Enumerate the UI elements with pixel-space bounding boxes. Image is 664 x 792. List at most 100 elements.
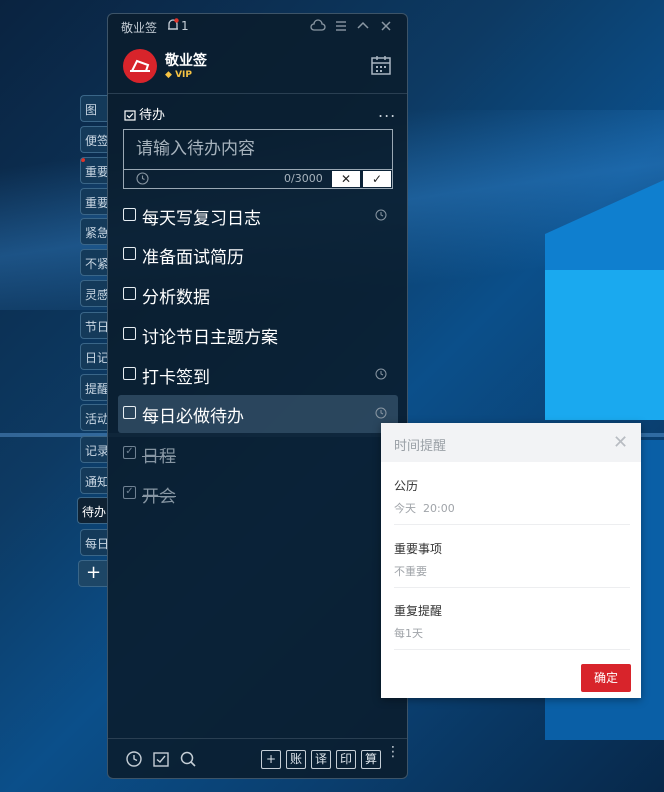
todo-checkbox[interactable] <box>123 367 136 380</box>
user-name: 敬业签 <box>165 53 207 69</box>
todo-text: 打卡签到 <box>142 368 210 388</box>
side-tab-label: 不紧 <box>85 257 108 271</box>
side-tab[interactable]: 便签 <box>80 126 108 153</box>
title-bar: 敬业签 1 <box>108 14 407 40</box>
wallpaper-pane <box>545 180 664 270</box>
row-label: 重要事项 <box>394 542 443 556</box>
todo-text: 分析数据 <box>142 288 210 308</box>
cloud-sync-icon[interactable] <box>310 18 326 34</box>
todo-check-icon[interactable] <box>152 750 170 768</box>
side-tab-label: 紧急 <box>85 226 108 240</box>
side-tab[interactable]: 每日 <box>80 529 108 556</box>
avatar[interactable] <box>123 49 157 83</box>
side-tab[interactable]: 提醒 <box>80 374 108 401</box>
repeat-row[interactable]: 重复提醒 每1天 <box>394 588 630 650</box>
side-tab[interactable]: 不紧 <box>80 249 108 276</box>
bottom-toolbar: + 账 译 印 算 ⋮ <box>108 738 407 778</box>
section-title: 待办 <box>124 104 165 123</box>
calendar-icon[interactable] <box>370 54 392 76</box>
side-tab-label: 灵感 <box>85 288 108 302</box>
todo-input[interactable] <box>124 130 392 168</box>
side-tab[interactable]: 紧急 <box>80 218 108 245</box>
char-counter: 0/3000 <box>284 172 323 185</box>
reminder-clock-icon[interactable] <box>125 750 143 768</box>
side-tab-label: 每日 <box>85 537 108 551</box>
todo-checkbox[interactable] <box>123 287 136 300</box>
side-tab[interactable]: 日记 <box>80 343 108 370</box>
row-label: 重复提醒 <box>394 604 443 618</box>
side-tab-label: 节日 <box>85 320 108 334</box>
cancel-input-button[interactable]: ✕ <box>332 171 360 187</box>
side-tab[interactable]: 通知 <box>80 467 108 494</box>
side-tab[interactable]: 图 <box>80 95 108 122</box>
todo-item[interactable]: 讨论节日主题方案 <box>118 316 398 354</box>
vip-badge: ◆ VIP <box>165 70 192 80</box>
side-tab-label: 重要 <box>85 165 108 179</box>
alarm-clock-icon[interactable] <box>375 209 387 221</box>
todo-checkbox[interactable] <box>123 327 136 340</box>
close-icon[interactable]: ✕ <box>613 432 628 453</box>
side-tab-label: 日记 <box>85 351 108 365</box>
side-tab-label: 通知 <box>85 475 108 489</box>
side-tab-label: 重要 <box>85 196 108 210</box>
todo-text: 每天写复习日志 <box>142 209 261 229</box>
calendar-type-row[interactable]: 公历 今天 20:00 <box>394 463 630 525</box>
side-tab[interactable]: 重要 <box>80 157 108 184</box>
todo-text: 准备面试简历 <box>142 248 244 268</box>
side-tab[interactable]: 活动 <box>80 404 108 431</box>
ledger-button[interactable]: 账 <box>286 750 306 769</box>
row-value: 今天 20:00 <box>394 502 455 515</box>
footer-more-icon[interactable]: ⋮ <box>386 745 400 759</box>
todo-item-done[interactable]: ✓ 开会 <box>118 475 398 513</box>
collapse-icon[interactable] <box>355 18 371 34</box>
side-tab[interactable]: 记录 <box>80 436 108 463</box>
todo-checkbox[interactable] <box>123 247 136 260</box>
todo-item[interactable]: 打卡签到 <box>118 356 398 394</box>
todo-checkbox-checked[interactable]: ✓ <box>123 486 136 499</box>
side-tab-label: 便签 <box>85 134 108 148</box>
importance-row[interactable]: 重要事项 不重要 <box>394 526 630 588</box>
side-tab-label: 待办 <box>82 505 107 519</box>
diamond-icon: ◆ <box>165 70 172 80</box>
add-tab-button[interactable]: + <box>78 560 108 587</box>
popup-header: 时间提醒 ✕ <box>381 423 641 462</box>
user-header: 敬业签 ◆ VIP <box>108 42 407 94</box>
side-tab-label: 记录 <box>85 444 108 458</box>
bell-icon[interactable] <box>166 18 180 32</box>
side-tab[interactable]: 节日 <box>80 312 108 339</box>
todo-item[interactable]: 每天写复习日志 <box>118 197 398 235</box>
todo-text: 日程 <box>142 447 176 467</box>
search-icon[interactable] <box>179 750 197 768</box>
alarm-clock-icon[interactable] <box>375 368 387 380</box>
set-reminder-clock-icon[interactable] <box>136 172 149 185</box>
print-button[interactable]: 印 <box>336 750 356 769</box>
todo-checkbox-checked[interactable]: ✓ <box>123 446 136 459</box>
side-tab[interactable]: 灵感 <box>80 280 108 307</box>
todo-text: 开会 <box>142 487 176 507</box>
side-tab[interactable]: 重要 <box>80 188 108 215</box>
confirm-input-button[interactable]: ✓ <box>363 171 391 187</box>
app-title: 敬业签 <box>121 21 158 35</box>
translate-button[interactable]: 译 <box>311 750 331 769</box>
close-icon[interactable] <box>378 18 394 34</box>
menu-icon[interactable] <box>333 18 349 34</box>
unread-dot <box>81 158 85 162</box>
add-button[interactable]: + <box>261 750 281 769</box>
notification-count: 1 <box>181 19 189 33</box>
logo-icon <box>130 59 150 72</box>
wallpaper-pane <box>545 270 664 420</box>
todo-item[interactable]: 分析数据 <box>118 276 398 314</box>
todo-checkbox[interactable] <box>123 208 136 221</box>
todo-item-done[interactable]: ✓ 日程 <box>118 435 398 473</box>
row-value: 不重要 <box>394 565 427 578</box>
more-options-icon[interactable]: ... <box>378 102 396 121</box>
calculator-button[interactable]: 算 <box>361 750 381 769</box>
alarm-clock-icon[interactable] <box>375 407 387 419</box>
confirm-button[interactable]: 确定 <box>581 664 631 692</box>
todo-item-highlighted[interactable]: 每日必做待办 <box>118 395 398 433</box>
side-tab-active[interactable]: 待办 <box>77 497 108 524</box>
todo-item[interactable]: 准备面试简历 <box>118 236 398 274</box>
section-title-text: 待办 <box>139 108 166 123</box>
todo-checkbox[interactable] <box>123 406 136 419</box>
todo-text: 每日必做待办 <box>142 407 244 427</box>
